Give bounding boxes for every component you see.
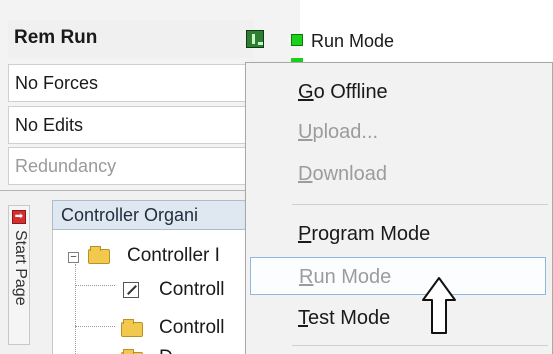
menu-accelerator: R — [299, 266, 314, 288]
up-arrow-icon — [422, 277, 456, 334]
app-window: Rem Run No Forces No Edits Redundancy Ru… — [0, 0, 553, 354]
menu-accelerator: T — [298, 307, 308, 329]
tree-connector — [75, 326, 115, 327]
tree-item-controller-folder[interactable]: Controll — [159, 316, 224, 340]
controller-mode-status[interactable]: Rem Run — [8, 20, 254, 58]
menu-item-label: rogram Mode — [311, 223, 431, 245]
menu-item-test-mode[interactable]: Test Mode — [246, 299, 546, 337]
redundancy-status: Redundancy — [8, 147, 254, 185]
start-page-icon: ➡ — [12, 210, 26, 224]
menu-item-label: pload... — [312, 121, 379, 143]
controller-properties-icon — [123, 282, 139, 298]
edits-status[interactable]: No Edits — [8, 106, 254, 144]
tree-item-controller[interactable]: Controller I — [127, 244, 220, 268]
menu-item-program-mode[interactable]: Program Mode — [246, 215, 546, 253]
tree-item-partial[interactable]: D — [159, 346, 173, 354]
menu-separator — [292, 345, 548, 346]
menu-item-label: ownload — [312, 163, 387, 185]
run-mode-indicator-label: Run Mode — [311, 31, 395, 51]
menu-accelerator: D — [298, 163, 313, 185]
green-led-icon — [291, 34, 303, 46]
menu-item-label: est Mode — [308, 307, 391, 329]
menu-item-label: un Mode — [313, 266, 392, 288]
menu-accelerator: G — [298, 81, 314, 103]
forces-status[interactable]: No Forces — [8, 64, 254, 102]
tree-item-controller-properties[interactable]: Controll — [159, 278, 224, 302]
tree-connector — [75, 264, 76, 354]
controller-mode-context-menu: Go Offline Upload... Download Program Mo… — [245, 62, 553, 354]
tree-collapse-toggle[interactable]: − — [68, 252, 79, 263]
menu-item-upload: Upload... — [246, 113, 546, 151]
start-page-tab[interactable]: ➡ Start Page — [8, 205, 30, 345]
controller-organizer-tree: − Controller I Controll Controll D — [52, 230, 251, 354]
folder-icon — [121, 319, 143, 337]
folder-icon — [88, 246, 110, 264]
controller-status-icon[interactable] — [246, 30, 264, 48]
menu-accelerator: P — [298, 223, 312, 245]
menu-item-run-mode[interactable]: Run Mode — [250, 257, 546, 295]
menu-accelerator: U — [298, 121, 313, 143]
menu-item-go-offline[interactable]: Go Offline — [246, 73, 546, 111]
tree-connector — [75, 285, 115, 286]
menu-item-download: Download — [246, 155, 546, 193]
start-page-tab-label: Start Page — [12, 230, 29, 306]
controller-organizer-header[interactable]: Controller Organi — [52, 200, 250, 230]
menu-separator — [292, 204, 548, 205]
menu-item-label: o Offline — [313, 81, 388, 103]
